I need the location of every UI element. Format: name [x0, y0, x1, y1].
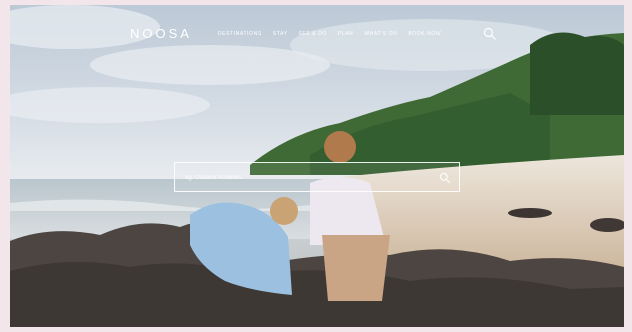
- search-bar: [174, 162, 460, 192]
- hero-section: NOOSA DESTINATIONS STAY SEE & DO PLAN WH…: [10, 5, 624, 327]
- nav-item-plan[interactable]: PLAN: [338, 31, 353, 37]
- main-menu: DESTINATIONS STAY SEE & DO PLAN WHAT'S O…: [218, 31, 441, 37]
- search-icon[interactable]: [483, 27, 497, 41]
- nav-item-book-now[interactable]: BOOK NOW: [408, 31, 441, 37]
- nav-item-see-and-do[interactable]: SEE & DO: [299, 31, 327, 37]
- top-navigation: NOOSA DESTINATIONS STAY SEE & DO PLAN WH…: [10, 5, 624, 45]
- nav-item-destinations[interactable]: DESTINATIONS: [218, 31, 262, 37]
- nav-item-whats-on[interactable]: WHAT'S ON: [364, 31, 397, 37]
- nav-item-stay[interactable]: STAY: [273, 31, 288, 37]
- search-submit-icon[interactable]: [439, 171, 451, 184]
- site-logo[interactable]: NOOSA: [130, 26, 192, 41]
- search-input[interactable]: [185, 172, 425, 184]
